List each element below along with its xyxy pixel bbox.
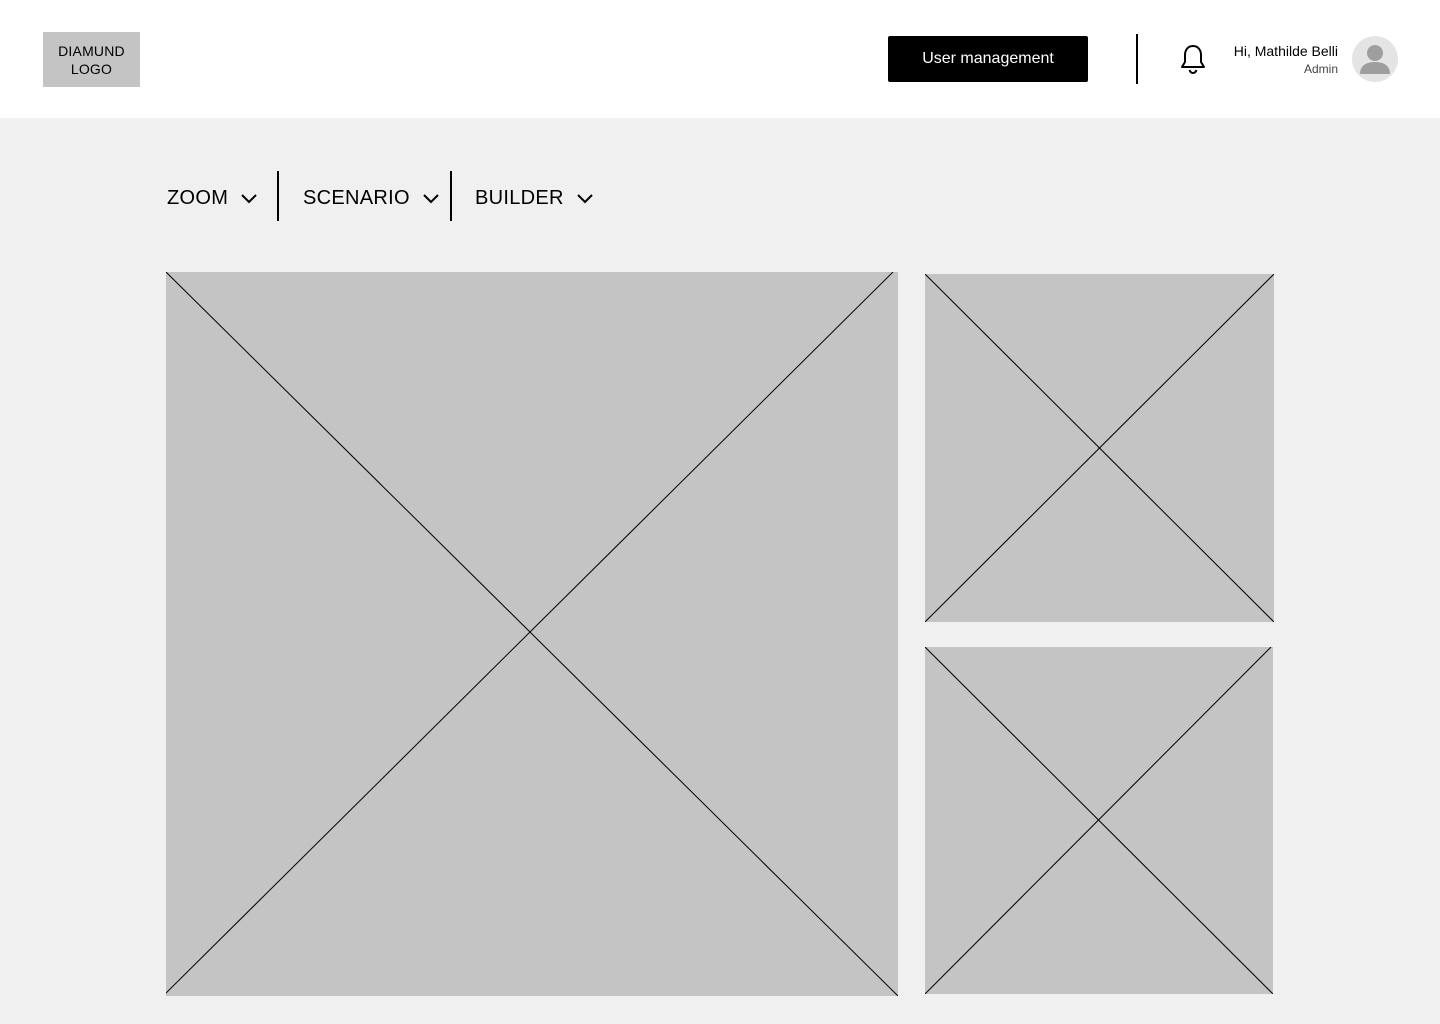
side-image-placeholder-bottom bbox=[925, 647, 1273, 994]
top-header: DIAMUND LOGO User management Hi, Mathild… bbox=[0, 0, 1440, 118]
user-greeting: Hi, Mathilde Belli bbox=[1233, 43, 1338, 59]
user-avatar-icon[interactable] bbox=[1352, 36, 1398, 82]
chevron-down-icon bbox=[577, 194, 593, 204]
nav-builder-dropdown[interactable]: BUILDER bbox=[475, 180, 594, 216]
user-management-button[interactable]: User management bbox=[888, 36, 1088, 82]
user-role: Admin bbox=[1303, 62, 1338, 76]
chevron-down-icon bbox=[423, 194, 439, 204]
nav-zoom-dropdown[interactable]: ZOOM bbox=[167, 180, 258, 216]
nav-scenario-dropdown[interactable]: SCENARIO bbox=[303, 180, 440, 216]
side-image-placeholder-top bbox=[925, 274, 1274, 622]
nav-zoom-label: ZOOM bbox=[167, 186, 229, 209]
nav-divider bbox=[450, 171, 452, 221]
nav-builder-label: BUILDER bbox=[475, 186, 564, 209]
nav-scenario-label: SCENARIO bbox=[303, 186, 410, 209]
nav-divider bbox=[277, 171, 279, 221]
main-image-placeholder bbox=[166, 272, 898, 996]
header-divider bbox=[1136, 34, 1138, 84]
chevron-down-icon bbox=[241, 194, 257, 204]
logo-line-2: LOGO bbox=[70, 60, 113, 77]
logo-text: DIAMUND LOGO bbox=[58, 42, 125, 78]
logo-line-1: DIAMUND bbox=[58, 42, 125, 59]
logo[interactable]: DIAMUND LOGO bbox=[43, 32, 140, 87]
